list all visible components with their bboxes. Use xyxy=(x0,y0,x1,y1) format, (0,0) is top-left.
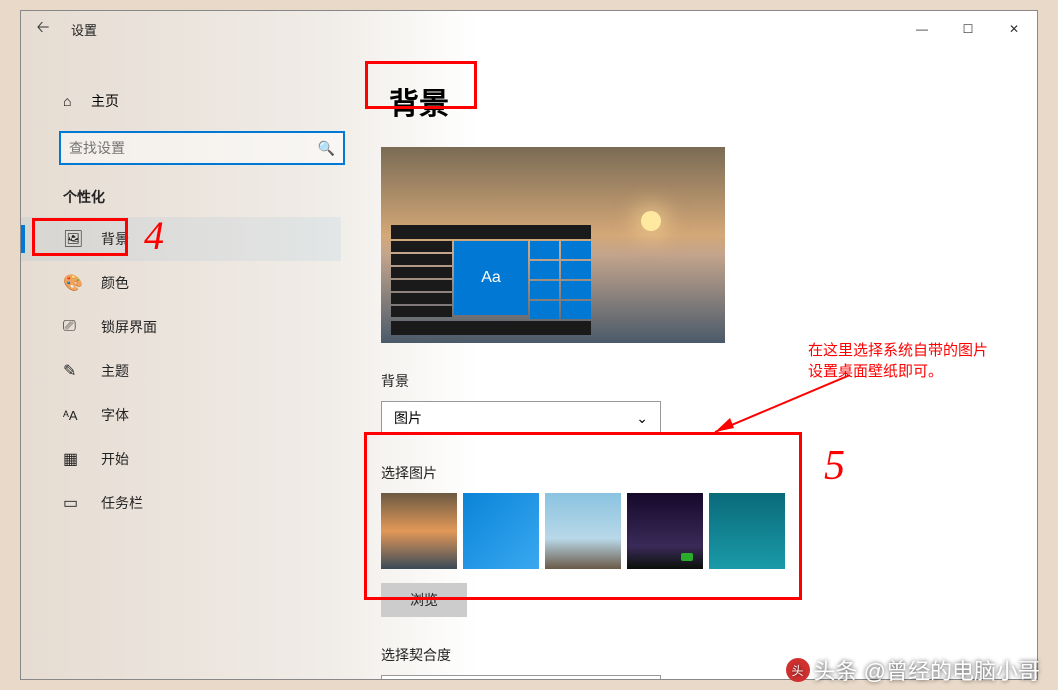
sidebar-item-label: 任务栏 xyxy=(101,493,143,513)
sidebar-item-label: 开始 xyxy=(101,449,129,469)
sidebar-item-colors[interactable]: 🎨 颜色 xyxy=(21,261,341,305)
home-link[interactable]: ⌂ 主页 xyxy=(21,83,341,119)
thumbnail-4[interactable] xyxy=(627,493,703,569)
palette-icon: 🎨 xyxy=(63,273,83,293)
sidebar-item-label: 颜色 xyxy=(101,273,129,293)
minimize-button[interactable]: — xyxy=(899,11,945,47)
sidebar-item-lockscreen[interactable]: ⎚ 锁屏界面 xyxy=(21,305,341,349)
preview-pane: Aa xyxy=(381,147,725,343)
sidebar-item-label: 背景 xyxy=(101,229,129,249)
window-title: 设置 xyxy=(71,20,97,39)
sidebar-item-fonts[interactable]: ᴬA 字体 xyxy=(21,393,341,437)
annotation-number-5: 5 xyxy=(824,442,845,490)
sidebar-item-label: 字体 xyxy=(101,405,129,425)
title-bar: 🡠 设置 — ☐ ✕ xyxy=(21,11,1037,47)
chevron-down-icon: ⌄ xyxy=(636,410,648,427)
thumbnail-5[interactable] xyxy=(709,493,785,569)
sidebar-item-start[interactable]: ▦ 开始 xyxy=(21,437,341,481)
picture-thumbnails xyxy=(381,493,1017,569)
annotation-number-4: 4 xyxy=(144,212,164,259)
picture-icon: 🖼 xyxy=(63,229,83,249)
maximize-button[interactable]: ☐ xyxy=(945,11,991,47)
search-field[interactable] xyxy=(69,140,318,156)
page-title: 背景 xyxy=(381,77,457,125)
theme-icon: ✎ xyxy=(63,361,83,381)
sidebar: ⌂ 主页 🔍 个性化 🖼 背景 🎨 颜色 ⎚ 锁屏界面 ✎ 主题 ᴬA 字体 xyxy=(21,55,341,525)
preview-tile: Aa xyxy=(454,241,527,315)
sidebar-item-background[interactable]: 🖼 背景 xyxy=(21,217,341,261)
close-button[interactable]: ✕ xyxy=(991,11,1037,47)
choose-picture-label: 选择图片 xyxy=(381,463,1017,483)
background-dropdown[interactable]: 图片 ⌄ xyxy=(381,401,661,435)
fit-dropdown[interactable]: 居中 ⌄ xyxy=(381,675,661,679)
thumbnail-1[interactable] xyxy=(381,493,457,569)
watermark: 头 头条 @曾经的电脑小哥 xyxy=(786,654,1040,686)
sidebar-item-taskbar[interactable]: ▭ 任务栏 xyxy=(21,481,341,525)
section-label: 个性化 xyxy=(21,165,341,217)
start-icon: ▦ xyxy=(63,449,83,469)
back-button[interactable]: 🡠 xyxy=(21,11,65,47)
search-input[interactable]: 🔍 xyxy=(59,131,345,165)
lockscreen-icon: ⎚ xyxy=(63,318,83,336)
home-label: 主页 xyxy=(91,91,119,111)
font-icon: ᴬA xyxy=(63,408,83,423)
browse-button[interactable]: 浏览 xyxy=(381,583,467,617)
taskbar-icon: ▭ xyxy=(63,493,83,513)
sidebar-item-label: 主题 xyxy=(101,361,129,381)
thumbnail-3[interactable] xyxy=(545,493,621,569)
home-icon: ⌂ xyxy=(63,93,71,109)
dropdown-value: 图片 xyxy=(394,408,422,428)
search-icon: 🔍 xyxy=(318,140,335,157)
thumbnail-2[interactable] xyxy=(463,493,539,569)
sidebar-item-label: 锁屏界面 xyxy=(101,317,157,337)
sidebar-item-themes[interactable]: ✎ 主题 xyxy=(21,349,341,393)
annotation-text: 在这里选择系统自带的图片 设置桌面壁纸即可。 xyxy=(808,340,988,382)
